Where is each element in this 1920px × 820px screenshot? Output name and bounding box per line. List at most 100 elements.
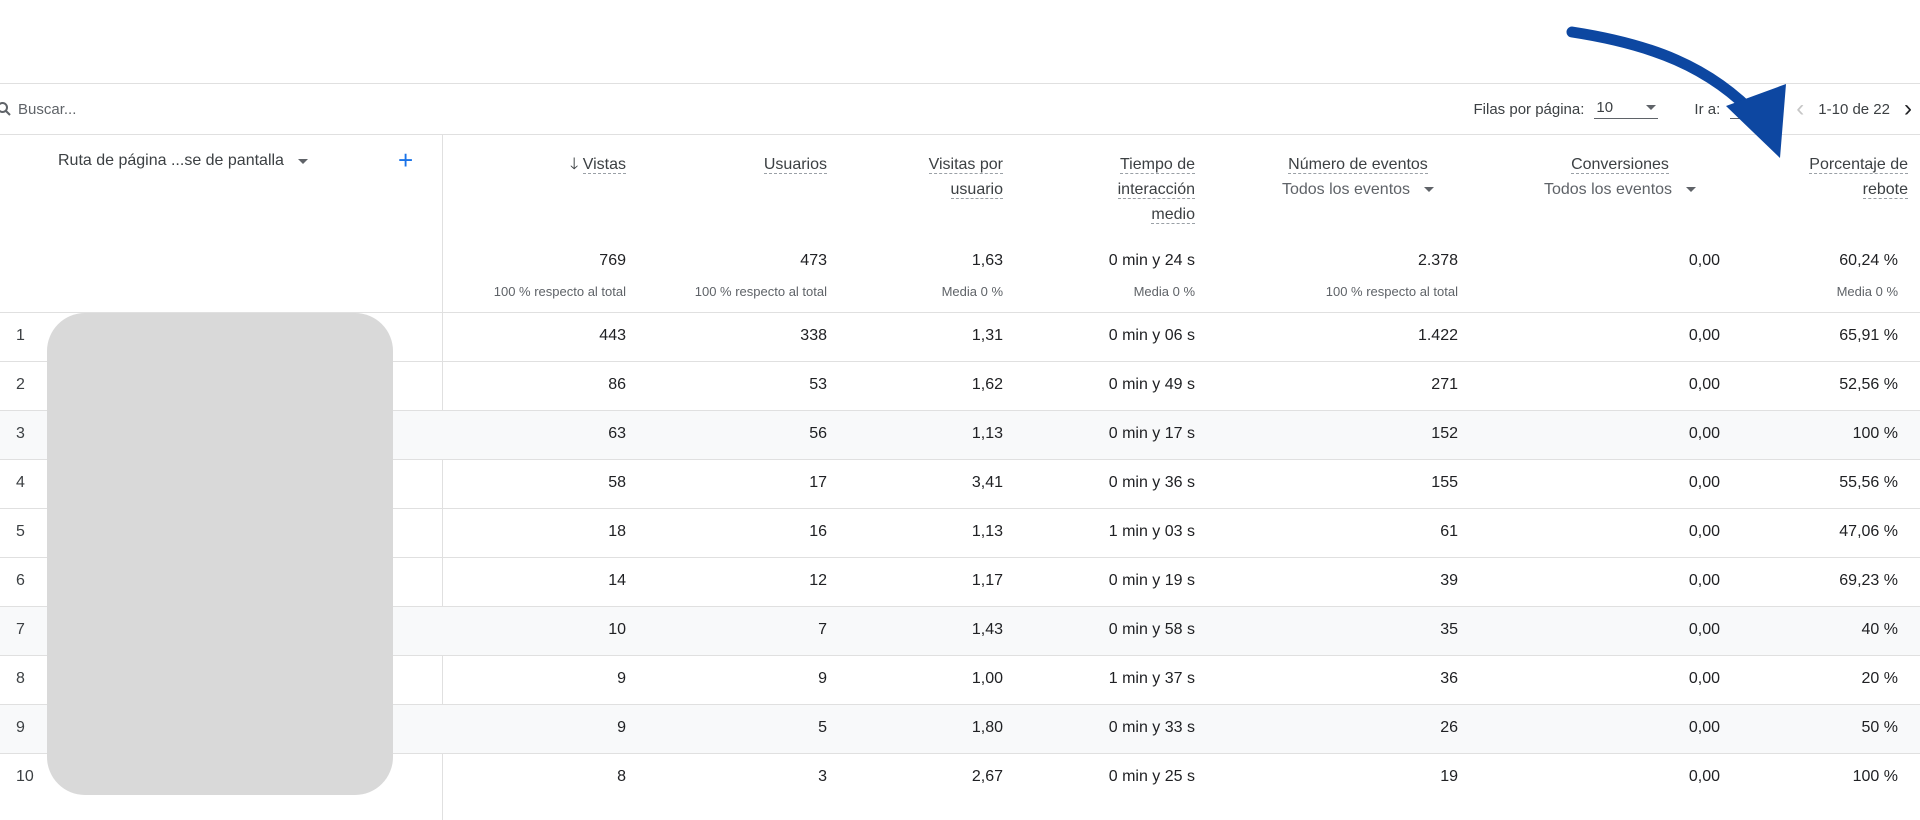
column-title-line3: medio xyxy=(1151,206,1195,224)
cell-tiempo: 0 min y 06 s xyxy=(1108,327,1195,344)
chevron-right-icon[interactable]: › xyxy=(1896,95,1920,123)
event-filter-value: Todos los eventos xyxy=(1281,181,1411,198)
cell-eventos: 61 xyxy=(1440,523,1458,540)
column-header-tiempo-interaccion[interactable]: Tiempo de interacción medio xyxy=(1117,152,1195,227)
cell-conversiones: 0,00 xyxy=(1688,572,1720,589)
row-index: 3 xyxy=(16,425,25,442)
row-index: 8 xyxy=(16,670,25,687)
arrow-down-icon: 🡓 xyxy=(569,156,579,173)
chevron-down-icon xyxy=(1424,187,1435,192)
column-title: Visitas por xyxy=(928,156,1003,174)
column-title-line2: interacción xyxy=(1117,181,1195,199)
cell-tiempo: 0 min y 58 s xyxy=(1108,621,1195,638)
cell-vistas: 443 xyxy=(599,327,626,344)
cell-vistas: 9 xyxy=(617,670,626,687)
column-header-porcentaje-rebote[interactable]: Porcentaje de rebote xyxy=(1809,152,1908,202)
column-header-visitas-por-usuario[interactable]: Visitas por usuario xyxy=(928,152,1003,202)
row-index: 1 xyxy=(16,327,25,344)
total-sub-visitas: Media 0 % xyxy=(941,284,1003,299)
cell-visitas: 1,13 xyxy=(971,523,1003,540)
cell-vistas: 14 xyxy=(608,572,626,589)
cell-rebote: 40 % xyxy=(1861,621,1898,638)
cell-eventos: 39 xyxy=(1440,572,1458,589)
cell-tiempo: 0 min y 17 s xyxy=(1108,425,1195,442)
column-header-usuarios[interactable]: Usuarios xyxy=(763,152,827,177)
row-index: 4 xyxy=(16,474,25,491)
cell-visitas: 1,13 xyxy=(971,425,1003,442)
chevron-down-icon xyxy=(1686,187,1697,192)
chevron-down-icon xyxy=(297,158,308,164)
cell-tiempo: 0 min y 25 s xyxy=(1108,768,1195,785)
cell-usuarios: 7 xyxy=(818,621,827,638)
column-title: Porcentaje de xyxy=(1809,156,1908,174)
row-index: 9 xyxy=(16,719,25,736)
cell-vistas: 18 xyxy=(608,523,626,540)
cell-conversiones: 0,00 xyxy=(1688,670,1720,687)
page-range: 1-10 de 22 xyxy=(1818,100,1890,118)
column-title-line2: rebote xyxy=(1862,181,1908,199)
annotation-arrow-icon xyxy=(1566,26,1786,158)
row-index: 7 xyxy=(16,621,25,638)
cell-usuarios: 53 xyxy=(809,376,827,393)
cell-rebote: 20 % xyxy=(1861,670,1898,687)
cell-usuarios: 9 xyxy=(818,670,827,687)
cell-usuarios: 5 xyxy=(818,719,827,736)
total-visitas-por-usuario: 1,63 xyxy=(971,252,1003,269)
total-sub-tiempo: Media 0 % xyxy=(1133,284,1195,299)
cell-usuarios: 17 xyxy=(809,474,827,491)
cell-eventos: 36 xyxy=(1440,670,1458,687)
search-placeholder: Buscar... xyxy=(18,100,77,118)
cell-rebote: 100 % xyxy=(1852,425,1898,442)
cell-eventos: 26 xyxy=(1440,719,1458,736)
cell-rebote: 55,56 % xyxy=(1839,474,1898,491)
cell-tiempo: 1 min y 03 s xyxy=(1108,523,1195,540)
cell-visitas: 2,67 xyxy=(971,768,1003,785)
cell-tiempo: 1 min y 37 s xyxy=(1108,670,1195,687)
cell-usuarios: 16 xyxy=(809,523,827,540)
cell-conversiones: 0,00 xyxy=(1688,719,1720,736)
row-index: 6 xyxy=(16,572,25,589)
cell-vistas: 86 xyxy=(608,376,626,393)
total-sub-eventos: 100 % respecto al total xyxy=(1325,284,1458,299)
cell-eventos: 155 xyxy=(1431,474,1458,491)
dimension-selector[interactable]: Ruta de página ...se de pantalla xyxy=(58,152,308,170)
cell-conversiones: 0,00 xyxy=(1688,425,1720,442)
total-vistas: 769 xyxy=(599,252,626,269)
cell-tiempo: 0 min y 36 s xyxy=(1108,474,1195,491)
column-title-line2: usuario xyxy=(950,181,1003,199)
cell-tiempo: 0 min y 49 s xyxy=(1108,376,1195,393)
conversion-filter-dropdown[interactable]: Todos los eventos xyxy=(1530,177,1710,202)
cell-vistas: 8 xyxy=(617,768,626,785)
cell-visitas: 1,31 xyxy=(971,327,1003,344)
plus-icon[interactable]: + xyxy=(398,147,413,173)
cell-rebote: 100 % xyxy=(1852,768,1898,785)
total-sub-usuarios: 100 % respecto al total xyxy=(694,284,827,299)
total-sub-vistas: 100 % respecto al total xyxy=(493,284,626,299)
cell-eventos: 35 xyxy=(1440,621,1458,638)
total-eventos: 2.378 xyxy=(1417,252,1458,269)
cell-vistas: 58 xyxy=(608,474,626,491)
cell-visitas: 1,43 xyxy=(971,621,1003,638)
cell-conversiones: 0,00 xyxy=(1688,376,1720,393)
cell-eventos: 1.422 xyxy=(1417,327,1458,344)
cell-usuarios: 56 xyxy=(809,425,827,442)
row-index: 10 xyxy=(16,768,34,785)
cell-conversiones: 0,00 xyxy=(1688,474,1720,491)
column-header-vistas[interactable]: 🡓 Vistas xyxy=(570,152,626,177)
column-header-numero-eventos[interactable]: Número de eventos Todos los eventos xyxy=(1268,152,1448,202)
cell-rebote: 50 % xyxy=(1861,719,1898,736)
cell-visitas: 1,62 xyxy=(971,376,1003,393)
column-title: Usuarios xyxy=(763,156,827,174)
total-usuarios: 473 xyxy=(800,252,827,269)
cell-usuarios: 12 xyxy=(809,572,827,589)
event-filter-dropdown[interactable]: Todos los eventos xyxy=(1268,177,1448,202)
cell-vistas: 10 xyxy=(608,621,626,638)
cell-visitas: 1,17 xyxy=(971,572,1003,589)
total-conversiones: 0,00 xyxy=(1688,252,1720,269)
total-rebote: 60,24 % xyxy=(1839,252,1898,269)
redacted-page-paths xyxy=(47,313,393,795)
cell-visitas: 1,00 xyxy=(971,670,1003,687)
cell-rebote: 52,56 % xyxy=(1839,376,1898,393)
search-box[interactable]: Buscar... xyxy=(0,98,76,120)
row-index: 5 xyxy=(16,523,25,540)
